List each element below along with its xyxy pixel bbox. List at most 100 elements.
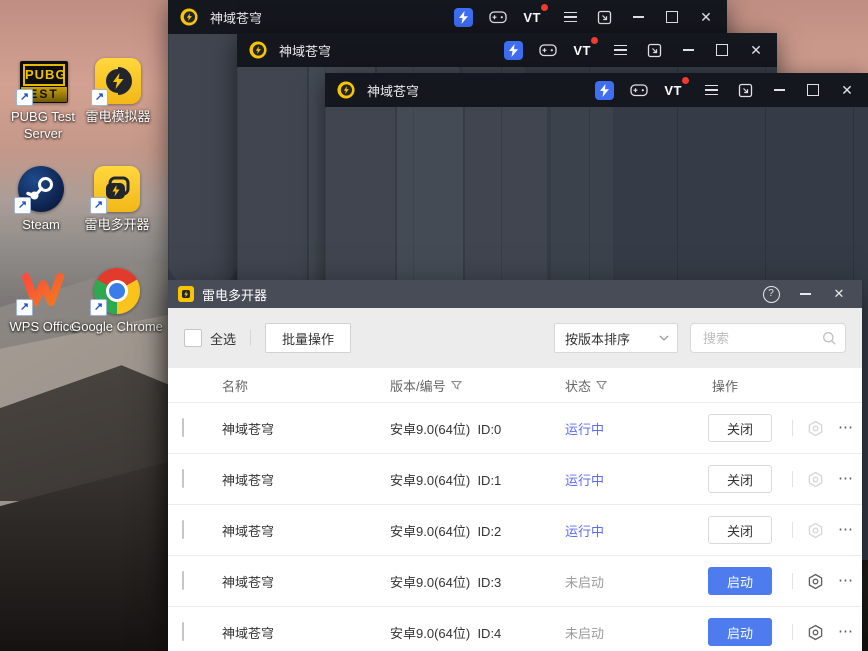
desktop-icon-chrome[interactable]: ↗ Google Chrome bbox=[69, 268, 165, 335]
row-checkbox[interactable] bbox=[182, 622, 184, 641]
desktop-icon-label: 雷电模拟器 bbox=[85, 109, 151, 124]
small-window-icon[interactable] bbox=[595, 8, 613, 26]
row-checkbox[interactable] bbox=[182, 418, 184, 437]
instance-action-button[interactable]: 关闭 bbox=[708, 516, 772, 544]
desktop-icon-ldplayer[interactable]: ↗ 雷电模拟器 bbox=[70, 58, 166, 125]
boost-icon[interactable] bbox=[454, 7, 474, 27]
instance-version-id: 安卓9.0(64位) ID:1 bbox=[390, 472, 502, 488]
instance-action-button[interactable]: 启动 bbox=[708, 618, 772, 646]
desktop-icon-label: WPS Office bbox=[9, 319, 77, 334]
filter-icon[interactable] bbox=[596, 380, 608, 391]
maximize-icon[interactable] bbox=[663, 8, 681, 26]
more-options-icon[interactable]: ⋯ bbox=[838, 471, 854, 486]
row-checkbox[interactable] bbox=[182, 469, 184, 488]
shortcut-arrow-icon: ↗ bbox=[16, 299, 33, 316]
manager-titlebar[interactable]: 雷电多开器 ? ✕ bbox=[168, 280, 862, 308]
instance-row: 神域苍穹 安卓9.0(64位) ID:3 未启动 启动 ⋯ bbox=[168, 556, 862, 607]
instance-action-button[interactable]: 关闭 bbox=[708, 465, 772, 493]
maximize-icon[interactable] bbox=[804, 81, 822, 99]
more-options-icon[interactable]: ⋯ bbox=[838, 522, 854, 537]
boost-icon[interactable] bbox=[595, 80, 615, 100]
minimize-icon[interactable] bbox=[792, 284, 818, 304]
shortcut-arrow-icon: ↗ bbox=[91, 89, 108, 106]
search-input[interactable] bbox=[701, 329, 822, 347]
gamepad-icon[interactable] bbox=[489, 8, 508, 26]
instance-version-id: 安卓9.0(64位) ID:2 bbox=[390, 523, 502, 539]
shortcut-arrow-icon: ↗ bbox=[90, 197, 107, 214]
ldplayer-logo-icon bbox=[337, 81, 355, 99]
gamepad-icon[interactable] bbox=[539, 41, 558, 59]
emulator-titlebar[interactable]: 神域苍穹 VT ✕ bbox=[237, 33, 777, 67]
minimize-icon[interactable] bbox=[770, 81, 788, 99]
vt-icon[interactable]: VT bbox=[573, 37, 598, 59]
instance-name: 神域苍穹 bbox=[222, 421, 275, 437]
divider bbox=[792, 420, 793, 436]
small-window-icon[interactable] bbox=[736, 81, 754, 99]
instance-settings-icon[interactable] bbox=[807, 573, 824, 590]
chevron-down-icon bbox=[659, 335, 669, 341]
instance-name: 神域苍穹 bbox=[222, 574, 275, 590]
close-icon[interactable]: ✕ bbox=[697, 8, 715, 26]
shortcut-arrow-icon: ↗ bbox=[16, 89, 33, 106]
header-status: 状态 bbox=[551, 376, 698, 395]
close-icon[interactable]: ✕ bbox=[747, 41, 765, 59]
vt-icon[interactable]: VT bbox=[523, 4, 548, 26]
emulator-titlebar[interactable]: 神域苍穹 VT ✕ bbox=[325, 73, 868, 107]
menu-icon[interactable] bbox=[702, 81, 720, 99]
emulator-titlebar[interactable]: 神域苍穹 VT ✕ bbox=[168, 0, 727, 34]
help-icon[interactable]: ? bbox=[758, 284, 784, 304]
batch-operations-button[interactable]: 批量操作 bbox=[265, 323, 352, 353]
instance-name: 神域苍穹 bbox=[222, 523, 275, 539]
instance-action-button[interactable]: 关闭 bbox=[708, 414, 772, 442]
desktop-icon-label: Google Chrome bbox=[71, 319, 163, 334]
emu-window-title: 神域苍穹 bbox=[367, 83, 420, 99]
notification-dot bbox=[541, 4, 548, 11]
emu-window-title: 神域苍穹 bbox=[279, 43, 332, 59]
instance-settings-icon[interactable] bbox=[807, 624, 824, 641]
instance-row: 神域苍穹 安卓9.0(64位) ID:1 运行中 关闭 ⋯ bbox=[168, 454, 862, 505]
instance-settings-icon[interactable] bbox=[807, 471, 824, 488]
instance-name: 神域苍穹 bbox=[222, 625, 275, 641]
row-checkbox[interactable] bbox=[182, 571, 184, 590]
menu-icon[interactable] bbox=[611, 41, 629, 59]
maximize-icon[interactable] bbox=[713, 41, 731, 59]
instance-version-id: 安卓9.0(64位) ID:3 bbox=[390, 574, 502, 590]
manager-window-title: 雷电多开器 bbox=[202, 287, 268, 303]
divider bbox=[250, 330, 252, 346]
select-all-checkbox[interactable] bbox=[184, 329, 202, 347]
select-all-label: 全选 bbox=[210, 331, 237, 347]
instance-status: 运行中 bbox=[565, 472, 605, 488]
instance-name: 神域苍穹 bbox=[222, 472, 275, 488]
notification-dot bbox=[591, 37, 598, 44]
more-options-icon[interactable]: ⋯ bbox=[838, 624, 854, 639]
search-icon bbox=[823, 331, 836, 345]
more-options-icon[interactable]: ⋯ bbox=[838, 420, 854, 435]
emu-window-title: 神域苍穹 bbox=[210, 10, 263, 26]
instance-row: 神域苍穹 安卓9.0(64位) ID:0 运行中 关闭 ⋯ bbox=[168, 403, 862, 454]
desktop-icon-multi-opener[interactable]: ↗ 雷电多开器 bbox=[69, 166, 165, 233]
instance-settings-icon[interactable] bbox=[807, 522, 824, 539]
vt-icon[interactable]: VT bbox=[664, 77, 689, 99]
sort-dropdown-value: 按版本排序 bbox=[565, 331, 631, 347]
pubg-icon-text: PUBG bbox=[23, 64, 66, 86]
filter-icon[interactable] bbox=[450, 380, 462, 391]
boost-icon[interactable] bbox=[504, 40, 524, 60]
menu-icon[interactable] bbox=[561, 8, 579, 26]
ldplayer-logo-icon bbox=[180, 8, 198, 26]
desktop-icon-label: 雷电多开器 bbox=[84, 217, 150, 232]
search-box[interactable] bbox=[690, 323, 846, 353]
minimize-icon[interactable] bbox=[679, 41, 697, 59]
minimize-icon[interactable] bbox=[629, 8, 647, 26]
instance-settings-icon[interactable] bbox=[807, 420, 824, 437]
instance-row: 神域苍穹 安卓9.0(64位) ID:2 运行中 关闭 ⋯ bbox=[168, 505, 862, 556]
row-checkbox[interactable] bbox=[182, 520, 184, 539]
close-icon[interactable]: ✕ bbox=[838, 81, 856, 99]
instance-action-button[interactable]: 启动 bbox=[708, 567, 772, 595]
gamepad-icon[interactable] bbox=[630, 81, 649, 99]
sort-dropdown[interactable]: 按版本排序 bbox=[554, 323, 678, 353]
shortcut-arrow-icon: ↗ bbox=[14, 197, 31, 214]
more-options-icon[interactable]: ⋯ bbox=[838, 573, 854, 588]
header-name: 名称 bbox=[222, 378, 249, 394]
small-window-icon[interactable] bbox=[645, 41, 663, 59]
close-icon[interactable]: ✕ bbox=[826, 284, 852, 304]
